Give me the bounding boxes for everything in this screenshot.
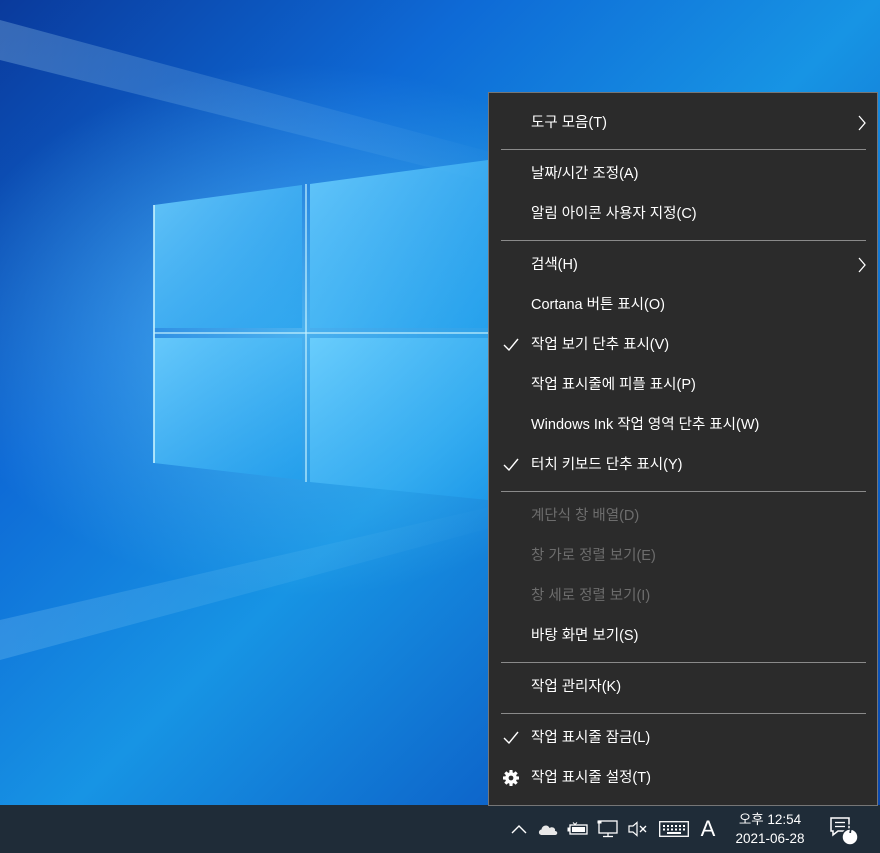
menu-item-label: 날짜/시간 조정(A)	[531, 166, 639, 182]
menu-item-show-windows-side-by-side: 창 세로 정렬 보기(I)	[489, 576, 877, 616]
menu-item-show-windows-ink-button[interactable]: Windows Ink 작업 영역 단추 표시(W)	[489, 405, 877, 445]
clock-date: 2021-06-28	[735, 831, 805, 846]
menu-item-label: 터치 키보드 단추 표시(Y)	[531, 457, 683, 473]
taskbar-context-menu: 도구 모음(T) 날짜/시간 조정(A) 알림 아이콘 사용자 지정(C) 검색…	[488, 92, 878, 806]
menu-item-label: 작업 관리자(K)	[531, 679, 622, 695]
notification-icon[interactable]: 7	[822, 805, 862, 853]
keyboard-icon[interactable]	[657, 805, 691, 853]
chevron-right-icon	[858, 115, 866, 131]
chevron-right-icon	[858, 257, 866, 273]
menu-item-label: 창 가로 정렬 보기(E)	[531, 548, 656, 564]
menu-separator	[501, 662, 866, 663]
menu-separator	[501, 149, 866, 150]
menu-item-show-windows-stacked: 창 가로 정렬 보기(E)	[489, 536, 877, 576]
menu-item-label: 바탕 화면 보기(S)	[531, 628, 639, 644]
menu-item-label: 작업 표시줄에 피플 표시(P)	[531, 377, 696, 393]
menu-item-show-desktop[interactable]: 바탕 화면 보기(S)	[489, 616, 877, 656]
menu-item-show-task-view-button[interactable]: 작업 보기 단추 표시(V)	[489, 325, 877, 365]
checkmark-icon	[503, 458, 519, 472]
menu-item-task-manager[interactable]: 작업 관리자(K)	[489, 667, 877, 707]
menu-item-label: 계단식 창 배열(D)	[531, 508, 640, 524]
volume-muted-icon[interactable]	[626, 805, 650, 853]
menu-item-label: 작업 표시줄 설정(T)	[531, 770, 651, 786]
menu-item-label: 검색(H)	[531, 257, 578, 273]
menu-item-show-cortana-button[interactable]: Cortana 버튼 표시(O)	[489, 285, 877, 325]
gear-icon	[503, 770, 519, 786]
input-indicator[interactable]: A	[696, 805, 720, 853]
checkmark-icon	[503, 338, 519, 352]
chevron-up-icon[interactable]	[508, 805, 530, 853]
menu-item-label: 도구 모음(T)	[531, 115, 607, 131]
menu-item-adjust-date-time[interactable]: 날짜/시간 조정(A)	[489, 154, 877, 194]
notification-count-badge: 7	[847, 822, 855, 836]
taskbar-clock[interactable]: 오후 12:54 2021-06-28	[722, 805, 818, 853]
menu-item-cascade-windows: 계단식 창 배열(D)	[489, 496, 877, 536]
menu-item-label: 작업 보기 단추 표시(V)	[531, 337, 670, 353]
menu-item-label: 창 세로 정렬 보기(I)	[531, 588, 651, 604]
checkmark-icon	[503, 731, 519, 745]
menu-item-toolbars[interactable]: 도구 모음(T)	[489, 103, 877, 143]
network-icon[interactable]	[596, 805, 620, 853]
menu-item-show-people[interactable]: 작업 표시줄에 피플 표시(P)	[489, 365, 877, 405]
clock-time: 오후 12:54	[738, 812, 802, 827]
menu-item-lock-taskbar[interactable]: 작업 표시줄 잠금(L)	[489, 718, 877, 758]
onedrive-cloud-icon[interactable]	[536, 805, 560, 853]
battery-icon[interactable]	[566, 805, 590, 853]
menu-item-show-touch-keyboard-button[interactable]: 터치 키보드 단추 표시(Y)	[489, 445, 877, 485]
menu-item-label: Windows Ink 작업 영역 단추 표시(W)	[531, 417, 760, 433]
menu-separator	[501, 713, 866, 714]
menu-separator	[501, 491, 866, 492]
menu-item-label: 알림 아이콘 사용자 지정(C)	[531, 206, 697, 222]
menu-item-label: 작업 표시줄 잠금(L)	[531, 730, 651, 746]
menu-item-label: Cortana 버튼 표시(O)	[531, 297, 665, 313]
menu-item-customize-notification-icons[interactable]: 알림 아이콘 사용자 지정(C)	[489, 194, 877, 234]
menu-item-taskbar-settings[interactable]: 작업 표시줄 설정(T)	[489, 758, 877, 798]
menu-item-search[interactable]: 검색(H)	[489, 245, 877, 285]
menu-separator	[501, 240, 866, 241]
